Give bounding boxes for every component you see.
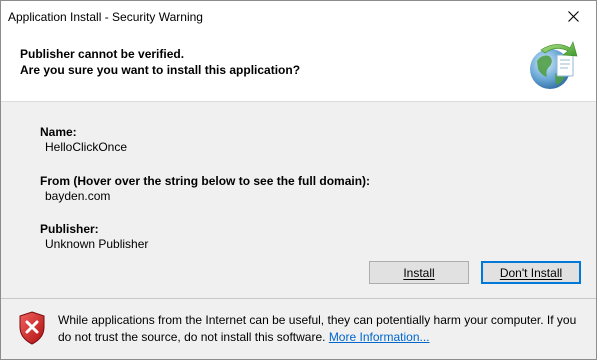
install-button-label: Install	[403, 265, 435, 280]
security-warning-dialog: Application Install - Security Warning P…	[0, 0, 597, 360]
dont-install-button[interactable]: Don't Install	[481, 261, 581, 284]
dont-install-button-label: Don't Install	[499, 265, 563, 280]
security-warning-text: While applications from the Internet can…	[58, 312, 578, 346]
close-button[interactable]	[550, 1, 596, 32]
publisher-value: Unknown Publisher	[45, 237, 149, 251]
title-bar[interactable]: Application Install - Security Warning	[1, 1, 596, 32]
header-line-2: Are you sure you want to install this ap…	[20, 63, 301, 77]
from-value[interactable]: bayden.com	[45, 189, 110, 203]
publisher-label: Publisher:	[40, 222, 99, 236]
name-value: HelloClickOnce	[45, 140, 128, 154]
globe-install-icon	[530, 41, 578, 89]
install-button[interactable]: Install	[369, 261, 469, 284]
window-title: Application Install - Security Warning	[8, 10, 203, 24]
warning-message: While applications from the Internet can…	[58, 313, 577, 344]
close-icon	[567, 11, 579, 22]
details-panel: Name: HelloClickOnce From (Hover over th…	[1, 102, 596, 298]
security-shield-icon	[19, 311, 45, 345]
dialog-header: Publisher cannot be verified. Are you su…	[1, 32, 596, 101]
more-information-link[interactable]: More Information...	[329, 330, 430, 344]
from-label: From (Hover over the string below to see…	[40, 174, 371, 188]
name-label: Name:	[40, 125, 77, 139]
header-line-1: Publisher cannot be verified.	[20, 47, 185, 61]
header-message: Publisher cannot be verified. Are you su…	[20, 46, 300, 78]
security-footer: While applications from the Internet can…	[1, 299, 596, 359]
